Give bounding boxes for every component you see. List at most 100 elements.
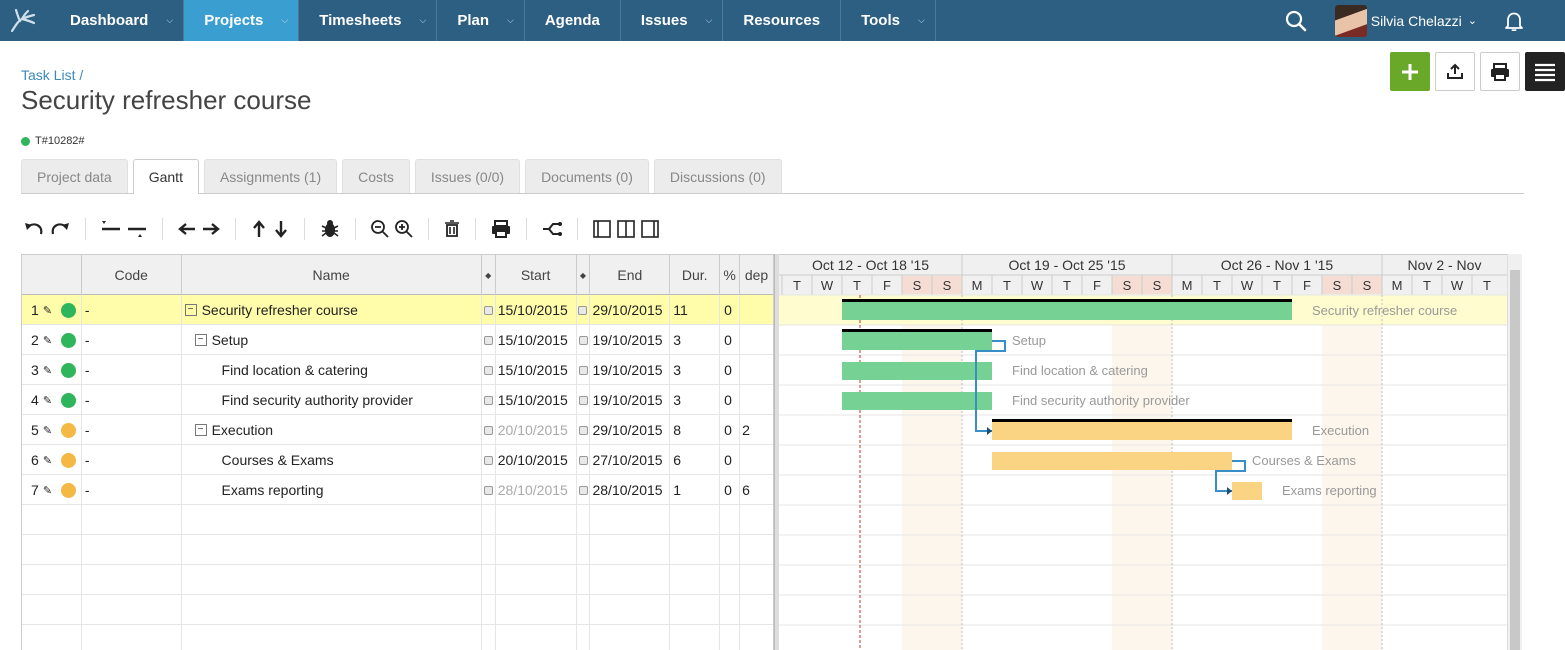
start-date-cell[interactable]: 20/10/2015 — [496, 415, 577, 445]
redo-icon[interactable] — [47, 216, 73, 242]
collapse-icon[interactable]: − — [194, 334, 207, 346]
empty-cell[interactable] — [670, 625, 721, 650]
name-column-header[interactable]: Name — [182, 255, 482, 295]
start-column-header[interactable]: Start — [496, 255, 577, 295]
status-dot-icon[interactable] — [60, 452, 76, 468]
layout-split-icon[interactable] — [614, 216, 638, 242]
edit-pencil-icon[interactable]: ✎ — [43, 304, 57, 317]
table-row[interactable]: 1 ✎ - − Security refresher course 15/10/2015 2… — [22, 295, 773, 325]
end-milestone-checkbox[interactable] — [578, 425, 588, 435]
tab-documents[interactable]: Documents (0) — [525, 159, 649, 193]
duration-cell[interactable]: 11 — [670, 295, 721, 325]
empty-cell[interactable] — [22, 535, 82, 565]
code-cell[interactable]: - — [82, 415, 182, 445]
empty-cell[interactable] — [22, 505, 82, 535]
name-cell[interactable]: − Security refresher course — [182, 295, 482, 325]
nav-item-agenda[interactable]: Agenda — [525, 0, 621, 41]
status-dot-icon[interactable] — [60, 302, 76, 318]
nav-item-plan[interactable]: Plan ⌵ — [437, 0, 525, 41]
empty-cell[interactable] — [577, 535, 591, 565]
dependency-cell[interactable] — [740, 355, 773, 385]
trash-icon[interactable] — [441, 216, 463, 242]
indent-arrow-right-icon[interactable] — [199, 216, 223, 242]
edit-pencil-icon[interactable]: ✎ — [43, 454, 57, 467]
empty-table-row[interactable] — [22, 505, 773, 535]
empty-cell[interactable] — [590, 565, 671, 595]
empty-cell[interactable] — [496, 625, 577, 650]
move-up-icon[interactable] — [248, 216, 270, 242]
end-date-cell[interactable]: 29/10/2015 — [590, 415, 671, 445]
end-milestone-cell[interactable] — [577, 385, 591, 415]
progress-cell[interactable]: 0 — [720, 295, 741, 325]
dependency-cell[interactable] — [740, 385, 773, 415]
progress-cell[interactable]: 0 — [720, 385, 741, 415]
empty-cell[interactable] — [496, 565, 577, 595]
empty-cell[interactable] — [720, 505, 741, 535]
layout-grid-only-icon[interactable] — [590, 216, 614, 242]
edit-pencil-icon[interactable]: ✎ — [43, 484, 57, 497]
end-milestone-cell[interactable] — [577, 445, 591, 475]
empty-cell[interactable] — [590, 505, 671, 535]
start-milestone-cell[interactable] — [482, 295, 496, 325]
empty-cell[interactable] — [482, 505, 496, 535]
end-milestone-cell[interactable] — [577, 295, 591, 325]
empty-cell[interactable] — [496, 535, 577, 565]
empty-cell[interactable] — [577, 565, 591, 595]
tab-project-data[interactable]: Project data — [21, 159, 128, 193]
empty-cell[interactable] — [590, 535, 671, 565]
code-cell[interactable]: - — [82, 295, 182, 325]
start-date-cell[interactable]: 15/10/2015 — [496, 295, 577, 325]
edit-pencil-icon[interactable]: ✎ — [43, 364, 57, 377]
empty-cell[interactable] — [740, 625, 773, 650]
scrollbar-thumb[interactable] — [1510, 270, 1520, 650]
empty-cell[interactable] — [720, 565, 741, 595]
undo-icon[interactable] — [21, 216, 47, 242]
empty-cell[interactable] — [482, 535, 496, 565]
end-date-cell[interactable]: 19/10/2015 — [590, 355, 671, 385]
start-milestone-checkbox[interactable] — [483, 485, 493, 495]
empty-cell[interactable] — [82, 595, 182, 625]
duration-cell[interactable]: 3 — [670, 355, 721, 385]
progress-cell[interactable]: 0 — [720, 445, 741, 475]
empty-cell[interactable] — [22, 565, 82, 595]
empty-cell[interactable] — [720, 595, 741, 625]
nav-item-tools[interactable]: Tools ⌵ — [841, 0, 936, 41]
end-date-cell[interactable]: 27/10/2015 — [590, 445, 671, 475]
progress-column-header[interactable]: % — [720, 255, 741, 295]
duration-cell[interactable]: 1 — [670, 475, 721, 505]
name-cell[interactable]: − Execution — [182, 415, 482, 445]
start-milestone-cell[interactable] — [482, 355, 496, 385]
end-milestone-cell[interactable] — [577, 475, 591, 505]
gantt-scrollbar[interactable] — [1507, 254, 1522, 650]
chevron-down-icon[interactable]: ⌵ — [507, 15, 514, 26]
nav-item-resources[interactable]: Resources — [723, 0, 842, 41]
edit-pencil-icon[interactable]: ✎ — [43, 334, 57, 347]
start-date-cell[interactable]: 20/10/2015 — [496, 445, 577, 475]
empty-cell[interactable] — [482, 595, 496, 625]
empty-cell[interactable] — [22, 595, 82, 625]
empty-table-row[interactable] — [22, 565, 773, 595]
nav-item-issues[interactable]: Issues ⌵ — [621, 0, 724, 41]
table-row[interactable]: 7 ✎ - Exams reporting 28/10/2015 28/10/2015 1 0… — [22, 475, 773, 505]
search-icon[interactable] — [1285, 10, 1307, 32]
name-cell[interactable]: − Setup — [182, 325, 482, 355]
menu-button[interactable] — [1525, 52, 1565, 91]
end-milestone-cell[interactable] — [577, 325, 591, 355]
dependency-cell[interactable] — [740, 445, 773, 475]
empty-table-row[interactable] — [22, 535, 773, 565]
dependency-cell[interactable] — [740, 295, 773, 325]
print-icon[interactable] — [488, 216, 514, 242]
end-column-header[interactable]: End — [590, 255, 671, 295]
dependency-cell[interactable]: 6 — [740, 475, 773, 505]
progress-cell[interactable]: 0 — [720, 325, 741, 355]
code-cell[interactable]: - — [82, 355, 182, 385]
zoom-in-icon[interactable] — [392, 216, 416, 242]
empty-cell[interactable] — [740, 505, 773, 535]
empty-cell[interactable] — [590, 595, 671, 625]
start-milestone-cell[interactable] — [482, 445, 496, 475]
code-cell[interactable]: - — [82, 475, 182, 505]
empty-cell[interactable] — [740, 535, 773, 565]
end-milestone-checkbox[interactable] — [578, 335, 588, 345]
dependency-cell[interactable]: 2 — [740, 415, 773, 445]
empty-cell[interactable] — [182, 535, 482, 565]
